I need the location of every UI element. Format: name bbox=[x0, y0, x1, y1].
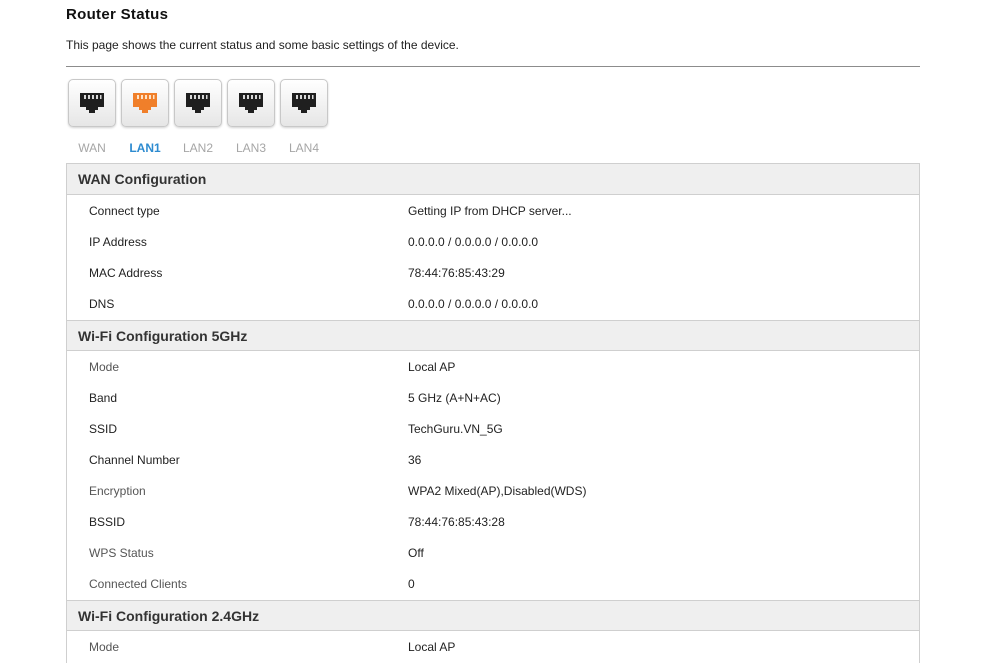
row-value: 0.0.0.0 / 0.0.0.0 / 0.0.0.0 bbox=[408, 297, 539, 311]
row-label: Mode bbox=[89, 360, 120, 374]
info-row: SSID TechGuru.VN_5G bbox=[67, 414, 919, 445]
row-value: 78:44:76:85:43:28 bbox=[408, 515, 505, 529]
info-row: Mode Local AP bbox=[67, 352, 919, 383]
port-label-lan1[interactable]: LAN1 bbox=[121, 141, 169, 155]
section-header: Wi-Fi Configuration 2.4GHz bbox=[67, 600, 919, 631]
row-value: WPA2 Mixed(AP),Disabled(WDS) bbox=[408, 484, 587, 498]
row-label: Mode bbox=[89, 640, 120, 654]
port-button-wan[interactable] bbox=[68, 79, 116, 127]
row-label: Connect type bbox=[89, 204, 160, 218]
info-row: DNS 0.0.0.0 / 0.0.0.0 / 0.0.0.0 bbox=[67, 289, 919, 320]
row-value: Off bbox=[408, 546, 424, 560]
info-row: Encryption WPA2 Mixed(AP),Disabled(WDS) bbox=[67, 476, 919, 507]
row-value: Local AP bbox=[408, 640, 456, 654]
port-selector bbox=[68, 79, 333, 127]
row-label: Channel Number bbox=[89, 453, 180, 467]
row-label: DNS bbox=[89, 297, 115, 311]
section-header: WAN Configuration bbox=[67, 164, 919, 195]
row-label: BSSID bbox=[89, 515, 126, 529]
status-panel: WAN Configuration Connect type Getting I… bbox=[66, 163, 920, 663]
row-value: Local AP bbox=[408, 360, 456, 374]
ethernet-port-icon bbox=[292, 93, 316, 113]
info-row: Connect type Getting IP from DHCP server… bbox=[67, 196, 919, 227]
info-row: Band 5 GHz (A+N+AC) bbox=[67, 383, 919, 414]
info-row: MAC Address 78:44:76:85:43:29 bbox=[67, 258, 919, 289]
info-row: Mode Local AP bbox=[67, 632, 919, 663]
ethernet-port-icon bbox=[186, 93, 210, 113]
row-value: 78:44:76:85:43:29 bbox=[408, 266, 505, 280]
wan-configuration-section: WAN Configuration Connect type Getting I… bbox=[67, 164, 919, 320]
info-row: Channel Number 36 bbox=[67, 445, 919, 476]
row-label: Connected Clients bbox=[89, 577, 188, 591]
port-label-lan2[interactable]: LAN2 bbox=[174, 141, 222, 155]
section-header: Wi-Fi Configuration 5GHz bbox=[67, 320, 919, 351]
port-button-lan1[interactable] bbox=[121, 79, 169, 127]
info-row: IP Address 0.0.0.0 / 0.0.0.0 / 0.0.0.0 bbox=[67, 227, 919, 258]
port-button-lan3[interactable] bbox=[227, 79, 275, 127]
port-button-lan2[interactable] bbox=[174, 79, 222, 127]
info-row: Connected Clients 0 bbox=[67, 569, 919, 600]
row-label: Encryption bbox=[89, 484, 146, 498]
ethernet-port-icon bbox=[80, 93, 104, 113]
port-label-wan[interactable]: WAN bbox=[68, 141, 116, 155]
row-value: 0 bbox=[408, 577, 415, 591]
port-label-lan4[interactable]: LAN4 bbox=[280, 141, 328, 155]
port-label-bar: WAN LAN1 LAN2 LAN3 LAN4 bbox=[68, 141, 333, 155]
row-value: 0.0.0.0 / 0.0.0.0 / 0.0.0.0 bbox=[408, 235, 539, 249]
port-label-lan3[interactable]: LAN3 bbox=[227, 141, 275, 155]
title-divider bbox=[66, 66, 920, 67]
wifi-24ghz-configuration-section: Wi-Fi Configuration 2.4GHz Mode Local AP bbox=[67, 600, 919, 663]
row-value: TechGuru.VN_5G bbox=[408, 422, 503, 436]
row-label: SSID bbox=[89, 422, 118, 436]
wifi-5ghz-configuration-section: Wi-Fi Configuration 5GHz Mode Local AP B… bbox=[67, 320, 919, 600]
row-value: 5 GHz (A+N+AC) bbox=[408, 391, 501, 405]
row-value: 36 bbox=[408, 453, 422, 467]
page-description: This page shows the current status and s… bbox=[66, 38, 459, 52]
row-label: Band bbox=[89, 391, 118, 405]
info-row: WPS Status Off bbox=[67, 538, 919, 569]
ethernet-port-icon bbox=[133, 93, 157, 113]
row-label: MAC Address bbox=[89, 266, 163, 280]
port-button-lan4[interactable] bbox=[280, 79, 328, 127]
ethernet-port-icon bbox=[239, 93, 263, 113]
row-label: WPS Status bbox=[89, 546, 154, 560]
row-value: Getting IP from DHCP server... bbox=[408, 204, 572, 218]
page-title: Router Status bbox=[66, 6, 169, 23]
row-label: IP Address bbox=[89, 235, 147, 249]
info-row: BSSID 78:44:76:85:43:28 bbox=[67, 507, 919, 538]
